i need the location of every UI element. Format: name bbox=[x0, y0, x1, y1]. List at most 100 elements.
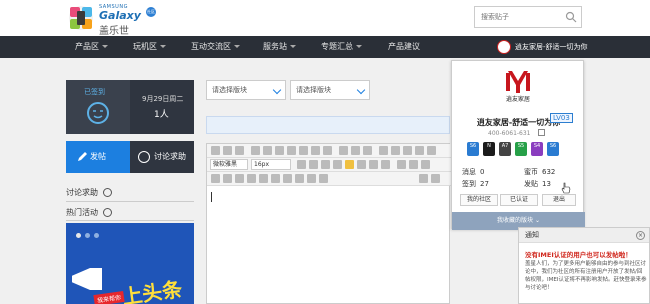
top-bar: SAMSUNG Galaxy 盖乐世 社区 bbox=[0, 0, 650, 37]
rich-text-editor[interactable]: 微软雅黑 16px bbox=[206, 143, 451, 304]
stat-signins[interactable]: 签到 27 bbox=[462, 179, 489, 189]
ordered-list-icon[interactable] bbox=[363, 146, 372, 155]
delete-col-icon[interactable] bbox=[319, 174, 328, 183]
sign-in-panel: 已签到 9月29日周二 1人 bbox=[66, 80, 194, 134]
chevron-down-icon bbox=[160, 45, 166, 48]
site-logo[interactable]: SAMSUNG Galaxy 盖乐世 社区 bbox=[66, 2, 156, 37]
text-style-icon[interactable] bbox=[297, 160, 306, 169]
nav-item-play[interactable]: 玩机区 bbox=[133, 36, 166, 58]
align-center-icon[interactable] bbox=[357, 160, 366, 169]
side-link-ask[interactable]: 讨论求助 bbox=[66, 187, 112, 198]
align-justify-icon[interactable] bbox=[381, 160, 390, 169]
image-icon[interactable] bbox=[391, 146, 400, 155]
edit-icon bbox=[78, 152, 87, 161]
insert-col-icon[interactable] bbox=[307, 174, 316, 183]
search-box[interactable] bbox=[474, 6, 582, 28]
stat-posts[interactable]: 发贴 13 bbox=[524, 179, 551, 189]
verified-button[interactable]: 已认证 bbox=[500, 194, 538, 206]
medal-icon: A7 bbox=[499, 142, 511, 156]
post-button[interactable]: 发帖 bbox=[66, 141, 130, 173]
merge-cells-icon[interactable] bbox=[259, 174, 268, 183]
board-select-1[interactable]: 请选择版块 bbox=[206, 80, 286, 100]
redo-icon[interactable] bbox=[235, 146, 244, 155]
medal-icon: S6 bbox=[467, 142, 479, 156]
format-brush-icon[interactable] bbox=[323, 146, 332, 155]
brand-badge: 社区 bbox=[146, 7, 156, 17]
side-link-events[interactable]: 热门活动 bbox=[66, 207, 112, 218]
italic-icon[interactable] bbox=[263, 146, 272, 155]
shop-logo-icon: 逍友家居 bbox=[506, 71, 530, 103]
underline-icon[interactable] bbox=[275, 146, 284, 155]
font-size-select[interactable]: 16px bbox=[251, 159, 291, 170]
carousel-dot[interactable] bbox=[94, 233, 99, 238]
nav-item-products[interactable]: 产品区 bbox=[75, 36, 108, 58]
brand-line3: 盖乐世 bbox=[99, 26, 129, 37]
sign-date: 9月29日周二 bbox=[142, 95, 184, 103]
strikethrough-icon[interactable] bbox=[311, 146, 320, 155]
close-icon[interactable]: × bbox=[636, 231, 645, 240]
nav-item-suggest[interactable]: 产品建议 bbox=[388, 36, 420, 58]
user-profile-popup: 逍友家居 逍友家居-舒适一切为你 LV03 400-6061-631 S6 N … bbox=[451, 60, 585, 230]
align-left-icon[interactable] bbox=[345, 160, 354, 169]
preview-icon[interactable] bbox=[419, 174, 428, 183]
subscript-icon[interactable] bbox=[409, 160, 418, 169]
split-cells-icon[interactable] bbox=[271, 174, 280, 183]
galaxy-logo-icon bbox=[69, 6, 93, 30]
notice-title[interactable]: 没有IMEI认证的用户也可以发帖啦！ bbox=[525, 249, 632, 259]
svg-text:逍友家居: 逍友家居 bbox=[506, 95, 530, 103]
chevron-down-icon bbox=[234, 45, 240, 48]
ask-button[interactable]: 讨论求助 bbox=[130, 141, 194, 173]
font-family-select[interactable]: 微软雅黑 bbox=[210, 159, 248, 170]
promo-banner[interactable]: 我来帮你 上头条 bbox=[66, 223, 194, 304]
link-icon[interactable] bbox=[403, 146, 412, 155]
insert-row-icon[interactable] bbox=[283, 174, 292, 183]
paragraph-icon[interactable] bbox=[309, 160, 318, 169]
line-height-icon[interactable] bbox=[333, 160, 342, 169]
title-input[interactable] bbox=[206, 116, 450, 134]
align-right-icon[interactable] bbox=[369, 160, 378, 169]
indent-icon[interactable] bbox=[321, 160, 330, 169]
html-icon[interactable] bbox=[211, 146, 220, 155]
hr-icon[interactable] bbox=[223, 174, 232, 183]
quote-icon[interactable] bbox=[339, 146, 348, 155]
medal-row: S6 N A7 S5 S4 S6 bbox=[467, 142, 577, 158]
search-input[interactable] bbox=[475, 7, 561, 27]
font-color-icon[interactable] bbox=[287, 146, 296, 155]
sign-status: 已签到 bbox=[84, 88, 105, 96]
level-badge: LV03 bbox=[550, 113, 573, 123]
emoji-icon[interactable] bbox=[379, 146, 388, 155]
highlight-icon[interactable] bbox=[299, 146, 308, 155]
carousel-dot[interactable] bbox=[76, 233, 81, 238]
list-icon[interactable] bbox=[351, 146, 360, 155]
table-icon[interactable] bbox=[427, 146, 436, 155]
divider bbox=[66, 220, 194, 221]
table-insert-icon[interactable] bbox=[211, 174, 220, 183]
sign-in-button[interactable]: 已签到 bbox=[66, 80, 130, 134]
nav-item-interact[interactable]: 互动交流区 bbox=[191, 36, 240, 58]
search-icon[interactable] bbox=[565, 11, 577, 23]
superscript-icon[interactable] bbox=[397, 160, 406, 169]
nav-item-service[interactable]: 服务站 bbox=[263, 36, 296, 58]
undo-icon[interactable] bbox=[223, 146, 232, 155]
nav-item-topics[interactable]: 专题汇总 bbox=[321, 36, 362, 58]
attachment-icon[interactable] bbox=[247, 174, 256, 183]
clear-format-icon[interactable] bbox=[421, 160, 430, 169]
code-icon[interactable] bbox=[235, 174, 244, 183]
arrow-right-icon bbox=[103, 208, 112, 217]
stat-coins[interactable]: 蜜币 632 bbox=[524, 167, 555, 177]
profile-phone: 400-6061-631 bbox=[488, 130, 531, 137]
delete-row-icon[interactable] bbox=[295, 174, 304, 183]
stat-messages[interactable]: 消息 0 bbox=[462, 167, 484, 177]
user-menu[interactable]: 逍友家居-舒适一切为你 bbox=[495, 39, 588, 55]
video-icon[interactable] bbox=[415, 146, 424, 155]
logout-button[interactable]: 退出 bbox=[542, 194, 576, 206]
board-select-2[interactable]: 请选择版块 bbox=[290, 80, 370, 100]
carousel-dot[interactable] bbox=[85, 233, 90, 238]
bold-icon[interactable] bbox=[251, 146, 260, 155]
my-community-button[interactable]: 我的社区 bbox=[460, 194, 498, 206]
sign-count: 1人 bbox=[154, 110, 169, 120]
arrow-right-icon bbox=[103, 188, 112, 197]
edit-icon[interactable] bbox=[538, 129, 545, 136]
medal-icon: N bbox=[483, 142, 495, 156]
fullscreen-icon[interactable] bbox=[431, 174, 440, 183]
